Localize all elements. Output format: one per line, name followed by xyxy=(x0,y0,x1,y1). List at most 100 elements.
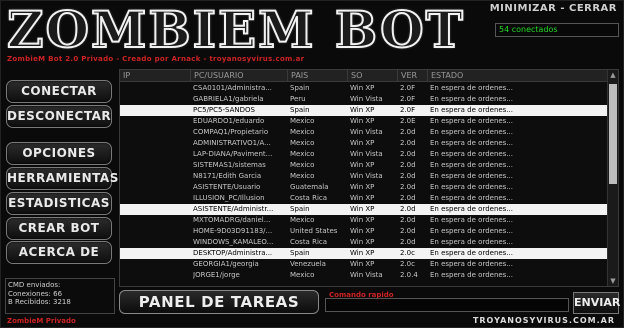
cell-version: 2.0d xyxy=(400,183,416,191)
tools-button[interactable]: HERRAMIENTAS xyxy=(6,167,118,190)
cell-status: En espera de ordenes... xyxy=(430,172,514,180)
options-button[interactable]: OPCIONES xyxy=(6,142,112,165)
table-row[interactable]: JORGE1/jorge Mexico Win Vista 2.0.4 En esper… xyxy=(120,270,608,281)
minimize-button[interactable]: MINIMIZAR xyxy=(490,3,557,14)
cell-status: En espera de ordenes... xyxy=(430,216,514,224)
cell-version: 2.0c xyxy=(400,260,415,268)
cell-status: En espera de ordenes... xyxy=(430,183,514,191)
table-row[interactable]: DESKTOP/Administra... Spain Win XP 2.0c En e… xyxy=(120,248,608,259)
cmd-sent-stat: CMD enviados: xyxy=(8,281,61,289)
cell-country: Spain xyxy=(290,106,310,114)
table-row[interactable]: EDUARDO1/eduardo Mexico Win XP 2.0E En esper… xyxy=(120,116,608,127)
cell-os: Win XP xyxy=(350,106,375,114)
cell-pc-user: PC5/PC5-SANDOS xyxy=(193,106,255,114)
statistics-button[interactable]: ESTADISTICAS xyxy=(6,192,112,215)
cell-country: Spain xyxy=(290,205,310,213)
table-row[interactable]: COMPAQ1/Propietario Mexico Win Vista 2.0d En… xyxy=(120,127,608,138)
cell-pc-user: ASISTENTE/Administr... xyxy=(193,205,274,213)
table-row[interactable]: GEORGIA1/georgia Venezuela Win XP 2.0c En es… xyxy=(120,259,608,270)
table-row[interactable]: GABRIELA1/gabriela Peru Win Vista 2.0F En es… xyxy=(120,94,608,105)
cell-version: 2.0d xyxy=(400,172,416,180)
cell-status: En espera de ordenes... xyxy=(430,194,514,202)
cell-status: En espera de ordenes... xyxy=(430,249,514,257)
cell-os: Win XP xyxy=(350,227,375,235)
footer-left: ZombieM Privado xyxy=(7,317,76,325)
scroll-down-icon[interactable]: ▼ xyxy=(608,276,618,286)
table-row[interactable]: HOME-9D03D91183/... United States Win XP 2.… xyxy=(120,226,608,237)
task-panel-button[interactable]: PANEL DE TAREAS xyxy=(119,290,319,314)
table-row[interactable]: MXTOMADRG/daniel... Mexico Win XP 2.0d En es… xyxy=(120,215,608,226)
table-row[interactable]: ILLUSION_PC/Illusion Costa Rica Win XP 2.0d… xyxy=(120,193,608,204)
table-scrollbar[interactable]: ▲ ▼ xyxy=(607,70,618,286)
scroll-up-icon[interactable]: ▲ xyxy=(608,70,618,80)
cell-country: Venezuela xyxy=(290,260,326,268)
disconnect-button[interactable]: DESCONECTAR xyxy=(6,105,112,128)
cell-os: Win XP xyxy=(350,249,375,257)
scroll-thumb[interactable] xyxy=(609,84,617,184)
table-row[interactable]: CSA0101/Administra... Spain Win XP 2.0F En e… xyxy=(120,83,608,94)
cell-status: En espera de ordenes... xyxy=(430,95,514,103)
col-os[interactable]: SO xyxy=(347,70,397,82)
cell-status: En espera de ordenes... xyxy=(430,84,514,92)
cell-pc-user: EDUARDO1/eduardo xyxy=(193,117,265,125)
col-ip[interactable]: IP xyxy=(120,70,190,82)
cell-country: Spain xyxy=(290,249,310,257)
cell-pc-user: GABRIELA1/gabriela xyxy=(193,95,264,103)
connections-stat: Conexiones: 66 xyxy=(8,289,63,298)
table-row[interactable]: ADMINISTRATIVO1/A... Mexico Win XP 2.0d En e… xyxy=(120,138,608,149)
cell-country: Mexico xyxy=(290,172,315,180)
about-button[interactable]: ACERCA DE xyxy=(6,241,112,264)
table-header: IP PC/USUARIO PAIS SO VER ESTADO xyxy=(120,70,608,82)
cell-pc-user: ILLUSION_PC/Illusion xyxy=(193,194,265,202)
bots-table[interactable]: IP PC/USUARIO PAIS SO VER ESTADO CSA0101… xyxy=(119,69,619,287)
cell-status: En espera de ordenes... xyxy=(430,139,514,147)
table-row[interactable]: N8171/Edith Garcia Mexico Win Vista 2.0d En … xyxy=(120,171,608,182)
cell-country: Costa Rica xyxy=(290,194,328,202)
cell-os: Win XP xyxy=(350,161,375,169)
close-button[interactable]: CERRAR xyxy=(569,3,617,14)
cell-status: En espera de ordenes... xyxy=(430,128,514,136)
app-subtitle: ZombieM Bot 2.0 Privado - Creado por Arn… xyxy=(7,55,305,63)
col-version[interactable]: VER xyxy=(397,70,427,82)
cell-os: Win XP xyxy=(350,139,375,147)
connect-button[interactable]: CONECTAR xyxy=(6,80,112,103)
cell-pc-user: ADMINISTRATIVO1/A... xyxy=(193,139,271,147)
cell-status: En espera de ordenes... xyxy=(430,260,514,268)
cell-os: Win XP xyxy=(350,194,375,202)
cell-os: Win XP xyxy=(350,238,375,246)
window-controls: MINIMIZAR - CERRAR xyxy=(490,3,617,14)
cell-pc-user: N8171/Edith Garcia xyxy=(193,172,262,180)
cell-country: Spain xyxy=(290,84,310,92)
cell-pc-user: COMPAQ1/Propietario xyxy=(193,128,269,136)
col-pc-user[interactable]: PC/USUARIO xyxy=(190,70,287,82)
table-row[interactable]: ASISTENTE/Administr... Spain Win XP 2.0d En … xyxy=(120,204,608,215)
cell-country: Mexico xyxy=(290,117,315,125)
command-input[interactable] xyxy=(325,298,569,312)
cell-status: En espera de ordenes... xyxy=(430,117,514,125)
table-row[interactable]: PC5/PC5-SANDOS Spain Win XP 2.0F En espera d… xyxy=(120,105,608,116)
cell-pc-user: CSA0101/Administra... xyxy=(193,84,272,92)
cell-os: Win Vista xyxy=(350,128,383,136)
cell-os: Win XP xyxy=(350,260,375,268)
table-row[interactable]: SISTEMAS1/sistemas Mexico Win XP 2.0d En esp… xyxy=(120,160,608,171)
cell-version: 2.0F xyxy=(400,84,416,92)
cell-pc-user: HOME-9D03D91183/... xyxy=(193,227,273,235)
cell-pc-user: DESKTOP/Administra... xyxy=(193,249,273,257)
table-row[interactable]: LAP-DIANA/Paviment... Mexico Win Vista 2.0d… xyxy=(120,149,608,160)
cell-pc-user: WINDOWS_KAMALEO... xyxy=(193,238,274,246)
bytes-received-stat: B Recibidos: 3218 xyxy=(8,298,71,306)
main-window: ZOMBIEM BOT MINIMIZAR - CERRAR 54 conect… xyxy=(0,0,624,328)
cell-country: Mexico xyxy=(290,139,315,147)
cell-status: En espera de ordenes... xyxy=(430,161,514,169)
cell-pc-user: JORGE1/jorge xyxy=(193,271,240,279)
col-status[interactable]: ESTADO xyxy=(427,70,608,82)
send-button[interactable]: ENVIAR xyxy=(573,292,620,314)
app-logo: ZOMBIEM BOT xyxy=(6,0,465,59)
table-row[interactable]: ASISTENTE/Usuario Guatemala Win XP 2.0d En e… xyxy=(120,182,608,193)
table-row[interactable]: WINDOWS_KAMALEO... Costa Rica Win XP 2.0d En… xyxy=(120,237,608,248)
cell-country: Peru xyxy=(290,95,306,103)
cell-version: 2.0c xyxy=(400,249,415,257)
create-bot-button[interactable]: CREAR BOT xyxy=(6,217,112,240)
cell-country: Mexico xyxy=(290,150,315,158)
col-country[interactable]: PAIS xyxy=(287,70,347,82)
